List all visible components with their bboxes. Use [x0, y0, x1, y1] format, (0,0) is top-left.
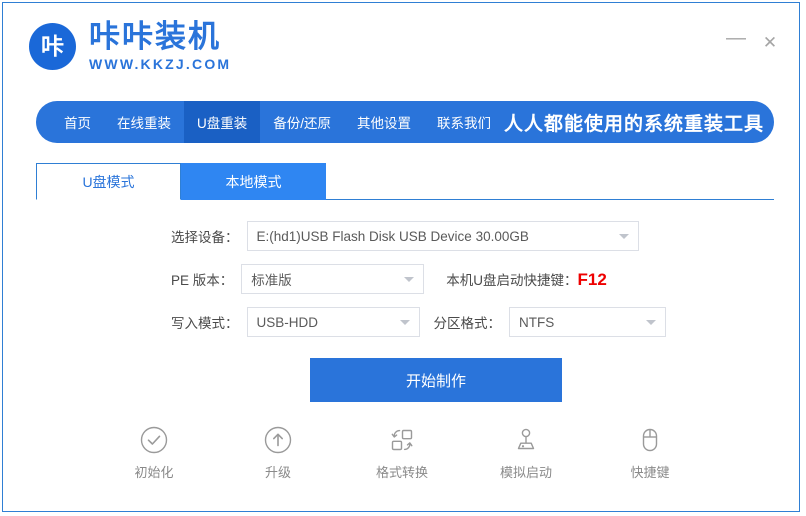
nav-item-contact-us[interactable]: 联系我们	[424, 101, 504, 143]
partition-format-select-value: NTFS	[519, 314, 555, 330]
arrow-up-circle-icon	[263, 425, 293, 455]
pe-version-select-value: 标准版	[251, 273, 292, 288]
tool-shortcuts: 初始化 升级 格式转换 模拟启动 快捷键	[3, 425, 801, 481]
tab-local-mode[interactable]: 本地模式	[181, 163, 326, 200]
app-window: 咔 咔咔装机 WWW.KKZJ.COM — ✕ 首页 在线重装 U盘重装 备份/…	[2, 2, 800, 512]
tool-initialize-label: 初始化	[134, 465, 174, 480]
device-label: 选择设备：	[171, 230, 239, 245]
app-logo: 咔 咔咔装机 WWW.KKZJ.COM	[29, 19, 232, 72]
chevron-down-icon	[646, 320, 656, 325]
boot-hotkey-value: F12	[577, 269, 607, 289]
nav-item-online-reinstall[interactable]: 在线重装	[104, 101, 184, 143]
nav-item-home[interactable]: 首页	[36, 101, 104, 143]
tool-simulate-boot-label: 模拟启动	[499, 465, 552, 480]
tool-hotkey-label: 快捷键	[630, 465, 670, 480]
chevron-down-icon	[404, 277, 415, 282]
tab-usb-mode[interactable]: U盘模式	[36, 163, 181, 200]
chevron-down-icon	[399, 320, 410, 325]
logo-badge-icon: 咔	[29, 23, 76, 71]
device-select[interactable]: E:(hd1)USB Flash Disk USB Device 30.00GB	[246, 221, 639, 251]
nav-item-backup-restore[interactable]: 备份/还原	[260, 101, 344, 143]
write-mode-select[interactable]: USB-HDD	[246, 307, 420, 337]
write-mode-row: 写入模式： USB-HDD 分区格式： NTFS	[3, 307, 801, 337]
tool-hotkey[interactable]: 快捷键	[613, 425, 687, 481]
check-circle-icon	[139, 425, 169, 455]
tool-format-convert-label: 格式转换	[375, 465, 428, 480]
close-icon[interactable]: ✕	[755, 29, 785, 55]
window-controls: — ✕	[721, 25, 785, 59]
format-convert-icon	[387, 425, 417, 455]
nav-item-usb-reinstall[interactable]: U盘重装	[184, 101, 261, 143]
pe-version-select[interactable]: 标准版	[241, 264, 425, 294]
title-bar: 咔 咔咔装机 WWW.KKZJ.COM — ✕	[3, 3, 799, 81]
tool-initialize[interactable]: 初始化	[117, 425, 191, 481]
main-nav: 首页 在线重装 U盘重装 备份/还原 其他设置 联系我们 人人都能使用的系统重装…	[36, 101, 774, 143]
mouse-icon	[635, 425, 665, 455]
joystick-icon	[511, 425, 541, 455]
nav-slogan: 人人都能使用的系统重装工具	[504, 113, 765, 135]
tool-upgrade[interactable]: 升级	[241, 425, 315, 481]
tool-upgrade-label: 升级	[264, 465, 291, 480]
partition-format-select[interactable]: NTFS	[509, 307, 666, 337]
minimize-icon[interactable]: —	[721, 25, 751, 59]
pe-version-label: PE 版本：	[171, 273, 234, 288]
boot-hotkey-label: 本机U盘启动快捷键：	[446, 272, 578, 288]
start-make-button[interactable]: 开始制作	[310, 358, 562, 402]
tool-format-convert[interactable]: 格式转换	[365, 425, 439, 481]
logo-text-block: 咔咔装机 WWW.KKZJ.COM	[89, 19, 232, 72]
mode-tabs: U盘模式 本地模式	[36, 163, 774, 200]
write-mode-label: 写入模式：	[171, 316, 239, 331]
usb-settings-form: 选择设备： E:(hd1)USB Flash Disk USB Device 3…	[3, 221, 801, 350]
pe-version-row: PE 版本： 标准版 本机U盘启动快捷键：F12	[3, 264, 801, 294]
nav-item-other-settings[interactable]: 其他设置	[344, 101, 424, 143]
chevron-down-icon	[618, 234, 629, 239]
app-title: 咔咔装机	[89, 19, 221, 54]
boot-hotkey-info: 本机U盘启动快捷键：F12	[446, 269, 607, 290]
device-row: 选择设备： E:(hd1)USB Flash Disk USB Device 3…	[3, 221, 801, 251]
tool-simulate-boot[interactable]: 模拟启动	[489, 425, 563, 481]
partition-format-label: 分区格式：	[433, 316, 502, 331]
write-mode-select-value: USB-HDD	[256, 314, 319, 330]
device-select-value: E:(hd1)USB Flash Disk USB Device 30.00GB	[256, 228, 529, 244]
app-website: WWW.KKZJ.COM	[89, 55, 232, 72]
